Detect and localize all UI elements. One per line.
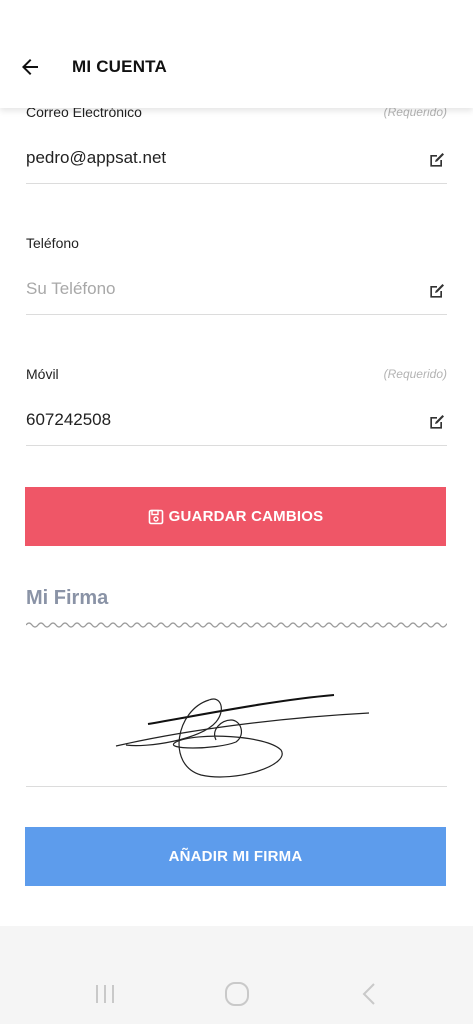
signature-image bbox=[115, 694, 370, 778]
recent-apps-icon[interactable] bbox=[91, 980, 119, 1008]
mobile-required-note: (Requerido) bbox=[383, 367, 447, 381]
wavy-divider bbox=[26, 622, 447, 628]
page-title: MI CUENTA bbox=[72, 57, 167, 76]
back-icon[interactable] bbox=[356, 980, 384, 1008]
mobile-field: Móvil (Requerido) 607242508 bbox=[26, 361, 447, 447]
email-input[interactable]: pedro@appsat.net bbox=[26, 148, 166, 168]
phone-input[interactable]: Su Teléfono bbox=[26, 279, 115, 299]
account-form: Correo Electrónico (Requerido) pedro@app… bbox=[0, 0, 473, 926]
signature-title: Mi Firma bbox=[26, 587, 109, 609]
edit-icon[interactable] bbox=[427, 150, 447, 170]
email-field: Correo Electrónico (Requerido) pedro@app… bbox=[26, 100, 447, 185]
floppy-disk-icon bbox=[148, 509, 163, 524]
phone-label: Teléfono bbox=[26, 235, 79, 251]
email-underline bbox=[26, 183, 447, 184]
phone-field: Teléfono Su Teléfono bbox=[26, 230, 447, 316]
system-nav-bar bbox=[0, 926, 473, 1024]
add-signature-button[interactable]: AÑADIR MI FIRMA bbox=[25, 827, 446, 886]
home-icon[interactable] bbox=[223, 980, 251, 1008]
save-changes-label: GUARDAR CAMBIOS bbox=[168, 508, 324, 525]
save-changes-button[interactable]: GUARDAR CAMBIOS bbox=[25, 487, 446, 546]
edit-icon[interactable] bbox=[427, 412, 447, 432]
mobile-label: Móvil bbox=[26, 366, 59, 382]
edit-icon[interactable] bbox=[427, 281, 447, 301]
app-header: MI CUENTA bbox=[0, 0, 473, 108]
mobile-underline bbox=[26, 445, 447, 446]
arrow-left-icon[interactable] bbox=[18, 55, 42, 79]
mobile-input[interactable]: 607242508 bbox=[26, 410, 111, 430]
signature-underline bbox=[26, 786, 447, 787]
add-signature-label: AÑADIR MI FIRMA bbox=[168, 848, 303, 865]
phone-underline bbox=[26, 314, 447, 315]
